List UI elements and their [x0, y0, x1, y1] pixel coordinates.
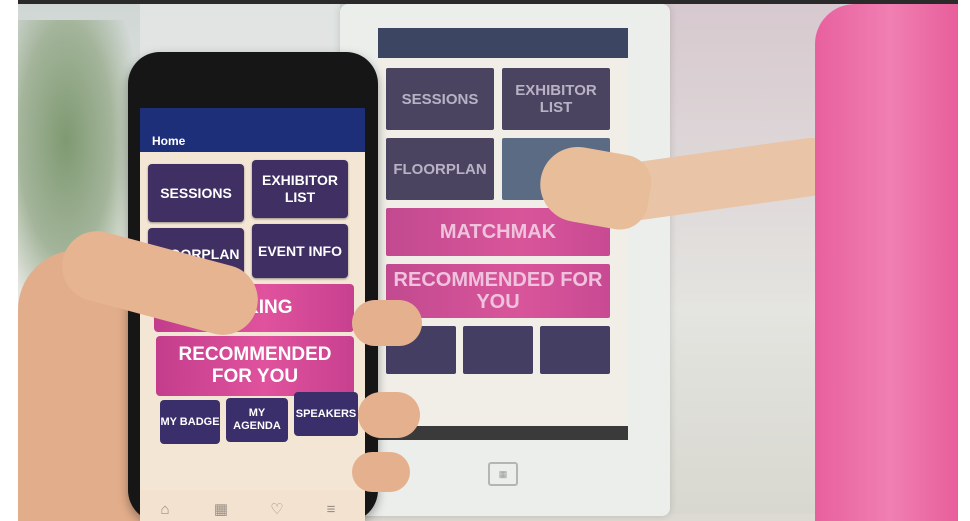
- sessions-tile[interactable]: SESSIONS: [148, 164, 244, 222]
- photo-scene: SESSIONS EXHIBITOR LIST FLOORPLAN EV MAT…: [0, 0, 970, 521]
- event-info-tile[interactable]: EVENT INFO: [252, 224, 348, 278]
- recommended-for-you-tile[interactable]: RECOMMENDED FOR YOU: [156, 336, 354, 396]
- kiosk-floorplan-tile[interactable]: FLOORPLAN: [386, 138, 494, 200]
- finger: [358, 392, 420, 438]
- kiosk-small-tile-2[interactable]: [463, 326, 533, 374]
- kiosk-recommended-tile[interactable]: RECOMMENDED FOR YOU: [386, 264, 610, 318]
- menu-icon[interactable]: ≡: [320, 498, 342, 520]
- my-agenda-tile[interactable]: MY AGENDA: [226, 398, 288, 442]
- my-badge-tile[interactable]: MY BADGE: [160, 400, 220, 444]
- kiosk-header-bar: [378, 28, 628, 58]
- kiosk-sessions-tile[interactable]: SESSIONS: [386, 68, 494, 130]
- finger: [352, 452, 410, 492]
- qr-code-icon[interactable]: ▦: [210, 498, 232, 520]
- app-header: Home: [140, 108, 365, 152]
- right-border: [958, 0, 970, 521]
- person-pink-shirt: [815, 4, 965, 521]
- top-border: [0, 0, 970, 4]
- finger: [352, 300, 422, 346]
- kiosk-small-tile-3[interactable]: [540, 326, 610, 374]
- left-border: [0, 0, 18, 521]
- location-pin-icon[interactable]: ♡: [266, 498, 288, 520]
- exhibitor-list-tile[interactable]: EXHIBITOR LIST: [252, 160, 348, 218]
- background-window: [640, 4, 840, 514]
- kiosk-scanner: ▦: [488, 462, 518, 486]
- speakers-tile[interactable]: SPEAKERS: [294, 392, 358, 436]
- bottom-tab-bar: ⌂ ▦ ♡ ≡: [140, 490, 365, 521]
- home-icon[interactable]: ⌂: [154, 498, 176, 520]
- kiosk-tablet: SESSIONS EXHIBITOR LIST FLOORPLAN EV MAT…: [340, 4, 670, 516]
- kiosk-exhibitor-list-tile[interactable]: EXHIBITOR LIST: [502, 68, 610, 130]
- page-title: Home: [152, 134, 186, 148]
- kiosk-screen: SESSIONS EXHIBITOR LIST FLOORPLAN EV MAT…: [378, 28, 628, 440]
